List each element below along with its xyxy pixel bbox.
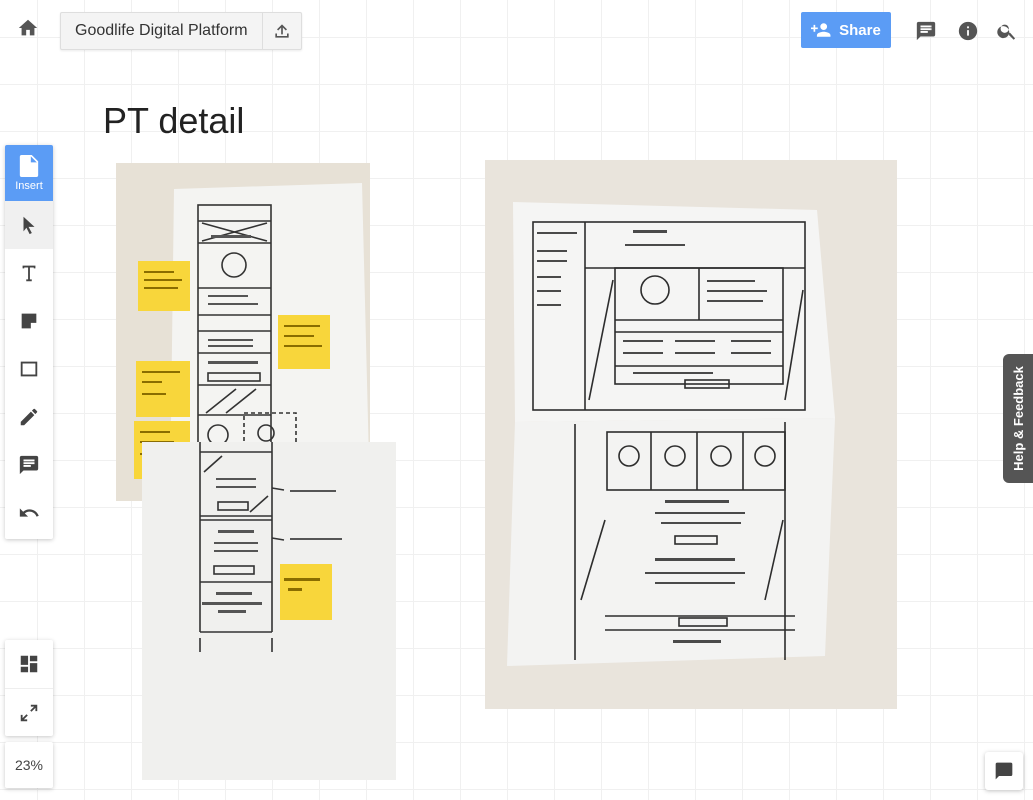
upload-icon: [274, 24, 289, 38]
comments-icon: [916, 21, 936, 41]
info-icon: [958, 21, 978, 41]
home-icon: [18, 19, 38, 36]
board-heading[interactable]: PT detail: [103, 100, 244, 142]
home-button[interactable]: [10, 10, 46, 46]
pen-tool[interactable]: [5, 393, 53, 441]
shape-tool[interactable]: [5, 345, 53, 393]
info-button[interactable]: [953, 16, 983, 46]
left-toolbar: Insert: [5, 145, 53, 539]
cursor-icon: [23, 216, 35, 235]
mobile-sketch-image-2: [142, 442, 396, 780]
comments-button[interactable]: [911, 16, 941, 46]
help-feedback-tab[interactable]: Help & Feedback: [1003, 354, 1033, 483]
sticky-note-icon: [21, 313, 37, 329]
comment-tool[interactable]: [5, 441, 53, 489]
help-feedback-label: Help & Feedback: [1010, 366, 1026, 471]
layout-button[interactable]: [5, 640, 53, 688]
sticky-note-tool[interactable]: [5, 297, 53, 345]
board-title[interactable]: Goodlife Digital Platform: [61, 13, 263, 49]
undo-button[interactable]: [5, 489, 53, 537]
comment-icon: [19, 455, 39, 475]
share-label: Share: [839, 21, 881, 39]
rectangle-icon: [20, 361, 38, 377]
insert-label: Insert: [15, 179, 43, 192]
text-tool[interactable]: [5, 249, 53, 297]
search-button[interactable]: [992, 16, 1022, 46]
share-person-icon: [811, 23, 831, 37]
export-button[interactable]: [263, 13, 301, 49]
search-icon: [997, 24, 1016, 40]
chat-icon: [995, 762, 1013, 780]
dashboard-icon: [20, 655, 38, 673]
undo-icon: [19, 508, 39, 517]
zoom-level[interactable]: 23%: [5, 742, 53, 788]
view-panel: [5, 640, 53, 736]
mobile-sketch-photo-bottom[interactable]: [142, 442, 396, 780]
select-tool[interactable]: [5, 201, 53, 249]
insert-button[interactable]: Insert: [5, 145, 53, 201]
fullscreen-button[interactable]: [5, 688, 53, 737]
share-button[interactable]: Share: [801, 12, 891, 48]
document-icon: [19, 154, 39, 177]
text-icon: [22, 265, 36, 282]
pen-icon: [20, 408, 38, 426]
board-title-group: Goodlife Digital Platform: [60, 12, 302, 50]
expand-icon: [20, 704, 38, 722]
desktop-sketch-photo[interactable]: [485, 160, 897, 709]
chat-button[interactable]: [985, 752, 1023, 790]
desktop-sketch-image: [485, 160, 897, 709]
